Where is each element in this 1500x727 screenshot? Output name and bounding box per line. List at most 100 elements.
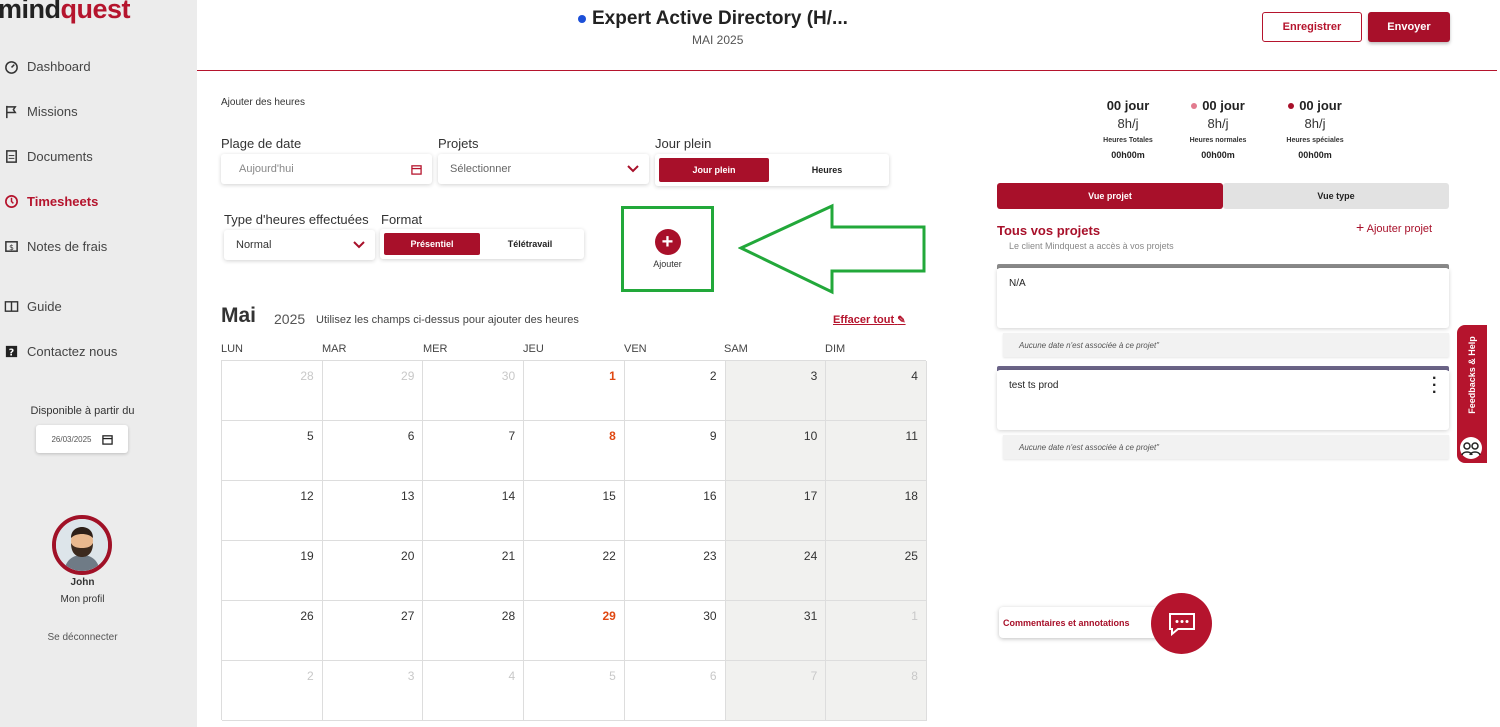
- hours-stat: 00 jour 8h/j Heures normales 00h00m: [1163, 98, 1273, 160]
- calendar-day-cell[interactable]: 23: [624, 541, 726, 601]
- weekday-header: MAR: [322, 343, 347, 355]
- calendar-day-cell[interactable]: 9: [624, 421, 726, 481]
- stat-value: 00 jour: [1106, 98, 1150, 113]
- calendar-day-cell[interactable]: 18: [826, 481, 927, 541]
- calendar-day-cell[interactable]: 30: [624, 601, 726, 661]
- calendar-day-cell[interactable]: 14: [423, 481, 525, 541]
- stat-value: 00 jour: [1299, 98, 1342, 113]
- projects-title: Tous vos projets: [997, 223, 1101, 238]
- sidebar-item-contact[interactable]: ? Contactez nous: [4, 344, 117, 359]
- stat-rate: 8h/j: [1304, 116, 1326, 131]
- sidebar: mindquest Dashboard Missions Documents T…: [0, 0, 197, 727]
- eraser-icon: ✎: [897, 315, 906, 326]
- status-dot: [578, 15, 586, 23]
- project-note: Aucune date n'est associée à ce projet": [1003, 435, 1449, 459]
- sidebar-item-notes-de-frais[interactable]: $ Notes de frais: [4, 239, 107, 254]
- hours-type-select[interactable]: Normal: [224, 230, 375, 260]
- sidebar-item-timesheets[interactable]: Timesheets: [4, 194, 98, 209]
- comments-button[interactable]: Commentaires et annotations: [999, 607, 1159, 638]
- weekday-header: LUN: [221, 343, 244, 355]
- save-button[interactable]: Enregistrer: [1262, 12, 1362, 42]
- calendar-day-cell[interactable]: 31: [725, 601, 827, 661]
- calendar-day-cell[interactable]: 21: [423, 541, 525, 601]
- calendar-day-cell[interactable]: 17: [725, 481, 827, 541]
- feedback-label: Feedbacks & Help: [1467, 336, 1477, 414]
- calendar-day-cell[interactable]: 2: [222, 661, 323, 721]
- calendar-hint: Utilisez les champs ci-dessus pour ajout…: [316, 314, 579, 326]
- project-card[interactable]: N/A: [997, 268, 1449, 328]
- calendar-day-cell[interactable]: 1: [524, 361, 625, 421]
- calendar-day-cell[interactable]: 22: [524, 541, 625, 601]
- profile-link[interactable]: Mon profil: [0, 594, 165, 605]
- tab-type-view[interactable]: Vue type: [1223, 183, 1449, 209]
- calendar-day-cell[interactable]: 28: [222, 361, 323, 421]
- calendar-day-cell[interactable]: 7: [725, 661, 827, 721]
- chat-icon[interactable]: [1151, 593, 1212, 654]
- calendar-day-cell[interactable]: 8: [826, 661, 927, 721]
- calendar-icon: [101, 434, 113, 445]
- calendar-year: 2025: [274, 311, 306, 327]
- sidebar-item-missions[interactable]: Missions: [4, 104, 78, 119]
- page-title: Expert Active Directory (H/...: [578, 8, 848, 30]
- presentiel-option[interactable]: Présentiel: [384, 233, 480, 255]
- tab-project-view[interactable]: Vue projet: [997, 183, 1223, 209]
- sidebar-item-documents[interactable]: Documents: [4, 149, 93, 164]
- hours-option[interactable]: Heures: [769, 158, 885, 182]
- calendar-day-cell[interactable]: 10: [725, 421, 827, 481]
- calendar-day-cell[interactable]: 26: [222, 601, 323, 661]
- fullday-option[interactable]: Jour plein: [659, 158, 769, 182]
- calendar-day-cell[interactable]: 1: [826, 601, 927, 661]
- calendar-day-cell[interactable]: 6: [322, 421, 424, 481]
- calendar-day-cell[interactable]: 20: [322, 541, 424, 601]
- calendar-day-cell[interactable]: 24: [725, 541, 827, 601]
- calendar-day-cell[interactable]: 29: [524, 601, 625, 661]
- calendar-day-cell[interactable]: 15: [524, 481, 625, 541]
- calendar-day-cell[interactable]: 5: [524, 661, 625, 721]
- more-options-icon[interactable]: · · ·: [1432, 371, 1437, 401]
- calendar-day-cell[interactable]: 3: [725, 361, 827, 421]
- calendar-day-cell[interactable]: 13: [322, 481, 424, 541]
- availability-date-field[interactable]: 26/03/2025: [36, 425, 128, 453]
- mindquest-logo[interactable]: mindquest: [0, 0, 131, 25]
- add-hours-button[interactable]: + Ajouter: [621, 206, 714, 292]
- calendar-day-cell[interactable]: 25: [826, 541, 927, 601]
- annotation-arrow-icon: [738, 203, 926, 295]
- weekday-header: JEU: [523, 343, 544, 355]
- calendar-day-cell[interactable]: 19: [222, 541, 323, 601]
- project-card[interactable]: test ts prod: [997, 370, 1449, 430]
- calendar-day-cell[interactable]: 3: [322, 661, 424, 721]
- stat-time: 00h00m: [1201, 150, 1235, 160]
- calendar-day-cell[interactable]: 8: [524, 421, 625, 481]
- sidebar-item-dashboard[interactable]: Dashboard: [4, 59, 91, 74]
- calendar-day-cell[interactable]: 6: [624, 661, 726, 721]
- clear-all-link[interactable]: Effacer tout ✎: [833, 314, 906, 326]
- projects-select[interactable]: Sélectionner: [438, 154, 649, 184]
- legend-dot: [1288, 102, 1295, 109]
- date-range-input[interactable]: Aujourd'hui: [221, 154, 432, 184]
- calendar-day-cell[interactable]: 28: [423, 601, 525, 661]
- calendar-day-cell[interactable]: 5: [222, 421, 323, 481]
- calendar-day-cell[interactable]: 4: [423, 661, 525, 721]
- avatar[interactable]: [52, 515, 112, 575]
- clock-icon: [5, 195, 18, 208]
- sidebar-item-guide[interactable]: Guide: [4, 299, 62, 314]
- calendar-day-cell[interactable]: 16: [624, 481, 726, 541]
- add-project-button[interactable]: + Ajouter projet: [1356, 219, 1432, 235]
- send-button[interactable]: Envoyer: [1368, 12, 1450, 42]
- stat-caption: Heures normales: [1189, 137, 1247, 144]
- projects-subtitle: Le client Mindquest a accès à vos projet…: [1009, 241, 1174, 251]
- projects-label: Projets: [438, 136, 479, 151]
- calendar-day-cell[interactable]: 30: [423, 361, 525, 421]
- calendar-day-cell[interactable]: 7: [423, 421, 525, 481]
- calendar-day-cell[interactable]: 4: [826, 361, 927, 421]
- calendar-day-cell[interactable]: 11: [826, 421, 927, 481]
- weekday-header: VEN: [624, 343, 647, 355]
- teletravail-option[interactable]: Télétravail: [480, 233, 580, 255]
- calendar-day-cell[interactable]: 27: [322, 601, 424, 661]
- plus-icon: +: [1356, 219, 1365, 235]
- calendar-day-cell[interactable]: 2: [624, 361, 726, 421]
- plus-icon: +: [654, 229, 681, 255]
- calendar-day-cell[interactable]: 29: [322, 361, 424, 421]
- calendar-day-cell[interactable]: 12: [222, 481, 323, 541]
- logout-link[interactable]: Se déconnecter: [0, 632, 165, 643]
